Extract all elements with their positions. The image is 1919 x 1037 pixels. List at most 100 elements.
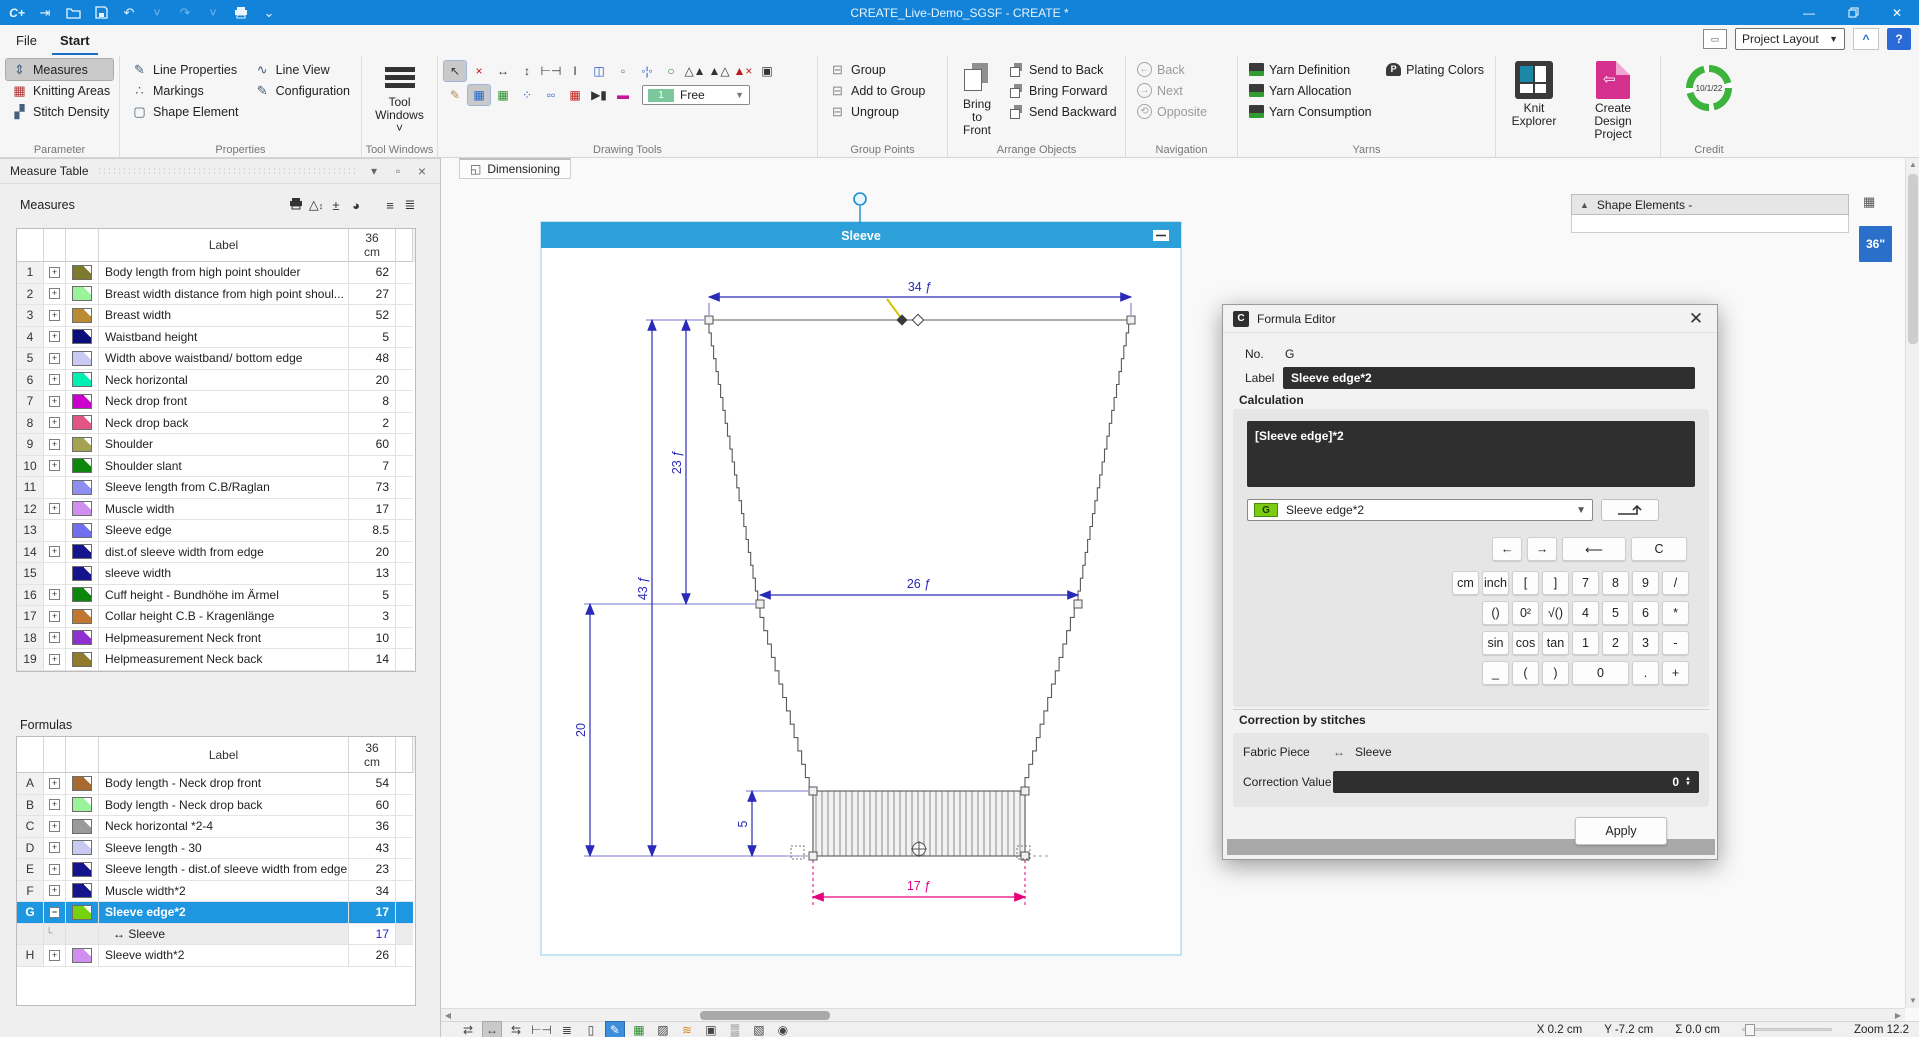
key-5[interactable]: 5 (1602, 601, 1629, 625)
key-9[interactable]: 9 (1632, 571, 1659, 595)
label-input[interactable]: Sleeve edge*2 (1283, 367, 1695, 389)
formula-label[interactable]: Muscle width*2 (99, 881, 349, 903)
shape-anchor-handle[interactable] (854, 193, 866, 205)
swap-arrows-icon[interactable]: ⇄ (459, 1022, 477, 1037)
table-row[interactable]: 17 + Collar height C.B - Kragenlänge 3 (17, 606, 415, 628)
column-header-label[interactable]: Label (99, 737, 349, 773)
table-row[interactable]: 8 + Neck drop back 2 (17, 413, 415, 435)
table-row[interactable]: 14 + dist.of sleeve width from edge 20 (17, 542, 415, 564)
mirror-h-icon[interactable]: ▲△ (708, 61, 730, 81)
measure-value[interactable]: 48 (349, 348, 396, 370)
panel-header[interactable]: Measure Table ▾ ▫ × (0, 158, 440, 184)
customize-chevron-icon[interactable]: ⌄ (260, 4, 278, 21)
table-row[interactable]: 5 + Width above waistband/ bottom edge 4… (17, 348, 415, 370)
knit-explorer-button[interactable]: Knit Explorer (1503, 59, 1565, 143)
grid-delete-icon[interactable]: ▦ (564, 85, 586, 105)
line-view-button[interactable]: ∿ Line View (249, 59, 355, 80)
h-resize-icon[interactable]: ↔ (483, 1022, 501, 1037)
maximize-button[interactable] (1831, 0, 1875, 25)
list-dense-icon[interactable]: ≣ (400, 197, 420, 213)
cursor-right-button[interactable]: → (1527, 537, 1557, 561)
measure-label[interactable]: Sleeve edge (99, 520, 349, 542)
column-header-size[interactable]: 36 cm (349, 229, 396, 262)
measure-label[interactable]: Sleeve length from C.B/Raglan (99, 477, 349, 499)
open-folder-icon[interactable] (64, 4, 82, 21)
measure-value[interactable]: 20 (349, 542, 396, 564)
scroll-left-icon[interactable]: ◀ (441, 1009, 455, 1021)
print-icon[interactable] (286, 197, 306, 213)
plus-minus-icon[interactable]: ± (326, 198, 346, 213)
key-cos[interactable]: cos (1512, 631, 1539, 655)
shape-element-button[interactable]: ▢ Shape Element (126, 101, 245, 122)
measure-label[interactable]: Collar height C.B - Kragenlänge (99, 606, 349, 628)
v-distance-icon[interactable]: ↕ (516, 61, 538, 81)
measure-value[interactable]: 17 (349, 499, 396, 521)
key-square[interactable]: 0² (1512, 601, 1539, 625)
measure-label[interactable]: Body length from high point shoulder (99, 262, 349, 284)
ungroup-button[interactable]: ⊟ Ungroup (824, 101, 941, 122)
table-row[interactable]: ↔ Sleeve 17 (17, 924, 415, 946)
magenta-bar-icon[interactable]: ▬ (612, 85, 634, 105)
mirror-v-icon[interactable]: △▲ (684, 61, 706, 81)
formula-value[interactable]: 36 (349, 816, 396, 838)
undo-chevron-icon[interactable]: ˅ (148, 4, 166, 21)
spinner-icon[interactable]: ▲▼ (1685, 777, 1691, 787)
measure-value[interactable]: 5 (349, 327, 396, 349)
mirror-delete-icon[interactable]: ▲× (732, 61, 754, 81)
shape-elements-header[interactable]: ▲ Shape Elements - (1571, 194, 1849, 215)
measure-value[interactable]: 3 (349, 606, 396, 628)
formula-label[interactable]: Sleeve length - 30 (99, 838, 349, 860)
measure-label[interactable]: Neck drop back (99, 413, 349, 435)
dialog-close-icon[interactable]: ✕ (1685, 309, 1707, 329)
measure-value[interactable]: 8.5 (349, 520, 396, 542)
measure-value[interactable]: 52 (349, 305, 396, 327)
calculation-input[interactable]: [Sleeve edge]*2 (1247, 421, 1695, 487)
column-header-label[interactable]: Label (99, 229, 349, 262)
key-sqrt[interactable]: √() (1542, 601, 1569, 625)
v-span-icon[interactable]: I (564, 61, 586, 81)
image-icon[interactable]: ▧ (750, 1022, 768, 1037)
measure-label[interactable]: Neck horizontal (99, 370, 349, 392)
table-row[interactable]: B + Body length - Neck drop back 60 (17, 795, 415, 817)
knitting-areas-button[interactable]: ▦ Knitting Areas (6, 80, 113, 101)
yarn-ball-icon[interactable]: ◉ (774, 1022, 792, 1037)
brush-tool-icon[interactable]: ✎ (444, 85, 466, 105)
grid-point-green-icon[interactable]: ▦ (492, 85, 514, 105)
measure-label[interactable]: sleeve width (99, 563, 349, 585)
configuration-button[interactable]: ✎ Configuration (249, 80, 355, 101)
key-3[interactable]: 3 (1632, 631, 1659, 655)
table-row[interactable]: 13 Sleeve edge 8.5 (17, 520, 415, 542)
formula-select[interactable]: G Sleeve edge*2 ▼ (1247, 499, 1593, 521)
measure-label[interactable]: Shoulder slant (99, 456, 349, 478)
measure-value[interactable]: 10 (349, 628, 396, 650)
small-rect-icon[interactable]: ▫ (612, 61, 634, 81)
measure-label[interactable]: dist.of sleeve width from edge (99, 542, 349, 564)
formula-value[interactable]: 43 (349, 838, 396, 860)
formula-value[interactable]: 34 (349, 881, 396, 903)
yarn-ball-icon[interactable]: ◕ (346, 198, 366, 213)
free-mode-select[interactable]: 1 Free ▼ (642, 85, 750, 105)
backspace-button[interactable]: ⟵ (1562, 537, 1626, 561)
table-row[interactable]: 6 + Neck horizontal 20 (17, 370, 415, 392)
pattern-icon[interactable]: ▒ (726, 1022, 744, 1037)
minimize-button[interactable]: — (1787, 0, 1831, 25)
measure-label[interactable]: Neck drop front (99, 391, 349, 413)
measure-value[interactable]: 5 (349, 585, 396, 607)
transfer-arrows-icon[interactable]: ⇆ (507, 1022, 525, 1037)
h-span-icon[interactable]: ⊢⊣ (540, 61, 562, 81)
key-sin[interactable]: sin (1482, 631, 1509, 655)
measure-label[interactable]: Cuff height - Bundhöhe im Ärmel (99, 585, 349, 607)
group-button[interactable]: ⊟ Group (824, 59, 941, 80)
formula-value[interactable]: 26 (349, 945, 396, 967)
key-decimal[interactable]: . (1632, 661, 1659, 685)
key-open-bracket[interactable]: [ (1512, 571, 1539, 595)
table-row[interactable]: 9 + Shoulder 60 (17, 434, 415, 456)
zoom-slider-knob[interactable] (1745, 1024, 1755, 1036)
size-badge[interactable]: 36" (1859, 226, 1892, 262)
print-icon[interactable] (232, 4, 250, 21)
key-4[interactable]: 4 (1572, 601, 1599, 625)
table-row[interactable]: 10 + Shoulder slant 7 (17, 456, 415, 478)
dots-tool-icon[interactable]: ⁘ (516, 85, 538, 105)
table-row[interactable]: 3 + Breast width 52 (17, 305, 415, 327)
key-open-paren[interactable]: ( (1512, 661, 1539, 685)
